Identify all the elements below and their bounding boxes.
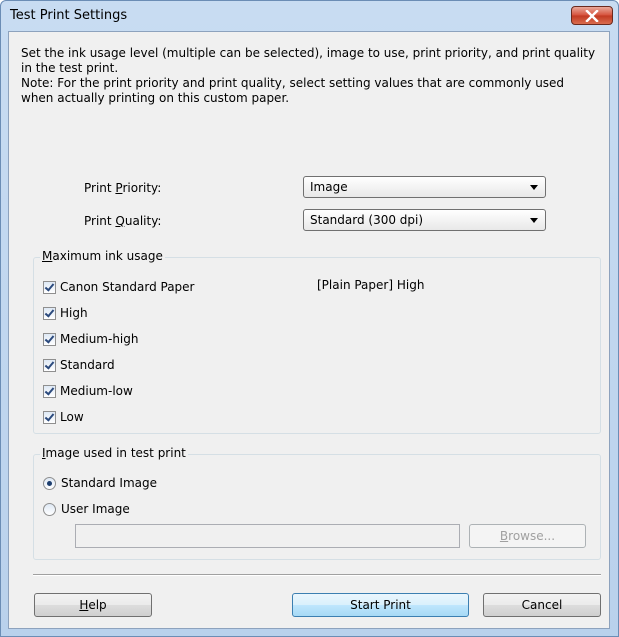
checkbox-label: Medium-high bbox=[60, 332, 139, 346]
checkbox-checked-icon bbox=[43, 358, 56, 372]
instructions-line-2: Note: For the print priority and print q… bbox=[21, 76, 565, 105]
checkbox-canon-standard-paper[interactable]: Canon Standard Paper bbox=[43, 279, 195, 295]
title-bar[interactable]: Test Print Settings bbox=[1, 1, 618, 31]
max-ink-usage-group: Maximum ink usage [Plain Paper] High Can… bbox=[33, 249, 601, 434]
radio-label: Standard Image bbox=[61, 476, 157, 490]
user-image-path-field[interactable] bbox=[75, 524, 460, 548]
radio-selected-icon bbox=[43, 476, 56, 490]
checkbox-label: Medium-low bbox=[60, 384, 133, 398]
instructions-text: Set the ink usage level (multiple can be… bbox=[21, 46, 597, 106]
plain-paper-level-text: [Plain Paper] High bbox=[317, 278, 425, 292]
cancel-button[interactable]: Cancel bbox=[483, 593, 601, 617]
radio-unselected-icon bbox=[43, 502, 56, 516]
checkbox-label: Low bbox=[60, 410, 84, 424]
checkbox-high[interactable]: High bbox=[43, 305, 88, 321]
checkbox-checked-icon bbox=[43, 384, 56, 398]
print-priority-label: Print Priority: bbox=[84, 181, 162, 195]
checkbox-label: Standard bbox=[60, 358, 115, 372]
dialog-client-area: Set the ink usage level (multiple can be… bbox=[8, 31, 610, 629]
start-print-button[interactable]: Start Print bbox=[292, 593, 469, 617]
max-ink-usage-title: Maximum ink usage bbox=[40, 249, 165, 263]
test-image-group: Image used in test print Standard Image … bbox=[33, 446, 601, 560]
radio-standard-image[interactable]: Standard Image bbox=[43, 475, 157, 491]
print-quality-value: Standard (300 dpi) bbox=[310, 213, 424, 227]
browse-button[interactable]: Browse... bbox=[469, 524, 586, 548]
checkbox-standard[interactable]: Standard bbox=[43, 357, 115, 373]
checkbox-label: Canon Standard Paper bbox=[60, 280, 195, 294]
instructions-line-1: Set the ink usage level (multiple can be… bbox=[21, 46, 596, 75]
checkbox-low[interactable]: Low bbox=[43, 409, 84, 425]
close-button[interactable] bbox=[571, 6, 613, 25]
help-button[interactable]: Help bbox=[34, 593, 152, 617]
radio-user-image[interactable]: User Image bbox=[43, 501, 130, 517]
chevron-down-icon bbox=[530, 218, 538, 223]
checkbox-medium-high[interactable]: Medium-high bbox=[43, 331, 138, 347]
checkbox-medium-low[interactable]: Medium-low bbox=[43, 383, 133, 399]
dialog-window: Test Print Settings Set the ink usage le… bbox=[0, 0, 619, 637]
test-image-title: Image used in test print bbox=[40, 446, 188, 460]
print-priority-value: Image bbox=[310, 180, 348, 194]
checkbox-checked-icon bbox=[43, 280, 56, 294]
close-x-icon bbox=[585, 9, 599, 22]
checkbox-checked-icon bbox=[43, 332, 56, 346]
checkbox-checked-icon bbox=[43, 410, 56, 424]
print-priority-select[interactable]: Image bbox=[303, 176, 546, 198]
print-quality-select[interactable]: Standard (300 dpi) bbox=[303, 209, 546, 231]
checkbox-checked-icon bbox=[43, 306, 56, 320]
window-title: Test Print Settings bbox=[10, 8, 128, 23]
radio-label: User Image bbox=[61, 502, 130, 516]
divider bbox=[33, 574, 601, 576]
chevron-down-icon bbox=[530, 185, 538, 190]
print-quality-label: Print Quality: bbox=[84, 214, 162, 228]
checkbox-label: High bbox=[60, 306, 88, 320]
